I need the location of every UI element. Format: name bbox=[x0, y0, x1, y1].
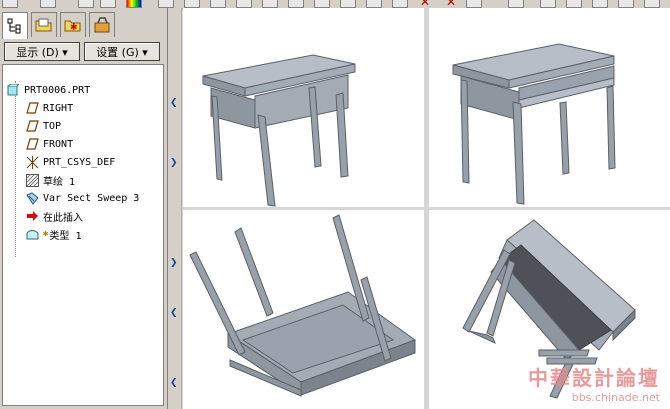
tab-tools[interactable] bbox=[89, 12, 115, 37]
collapse-chevron-icon[interactable]: ❮ bbox=[170, 378, 178, 388]
close-icon[interactable]: ✕ bbox=[420, 0, 430, 8]
toolbar-button[interactable] bbox=[566, 0, 582, 8]
tree-item-insert-here[interactable]: 在此插入 bbox=[25, 208, 83, 224]
datum-plane-icon bbox=[25, 101, 39, 115]
collapse-chevron-icon[interactable]: ❮ bbox=[170, 308, 178, 318]
tree-connector-line bbox=[15, 81, 16, 257]
toolbar-button[interactable] bbox=[78, 0, 94, 8]
toolbar-button[interactable] bbox=[314, 0, 330, 8]
table-model-front-view bbox=[202, 54, 356, 207]
sweep-icon bbox=[25, 191, 39, 205]
tree-item-label: RIGHT bbox=[43, 102, 74, 114]
tools-icon bbox=[94, 17, 110, 33]
toolbar-button[interactable] bbox=[466, 0, 482, 8]
part-icon bbox=[6, 83, 20, 97]
toolbar-button[interactable] bbox=[508, 0, 524, 8]
navigator-panel: ✱ 显示 (D) ▾ 设置 (G) ▾ PRT0006.PRT RIGHT TO… bbox=[0, 8, 168, 409]
sketch-icon bbox=[25, 173, 39, 187]
tree-root-node[interactable]: PRT0006.PRT bbox=[6, 82, 90, 98]
tab-model-tree[interactable] bbox=[2, 12, 28, 39]
tab-favorites[interactable]: ✱ bbox=[60, 12, 86, 37]
favorites-icon: ✱ bbox=[64, 20, 81, 33]
display-dropdown-button[interactable]: 显示 (D) ▾ bbox=[4, 42, 80, 61]
table-model-side-view bbox=[452, 43, 616, 205]
toolbar-button[interactable] bbox=[100, 0, 116, 8]
graphics-view-top-left[interactable] bbox=[183, 8, 424, 207]
model-tree-icon bbox=[7, 18, 21, 34]
tree-item-label: FRONT bbox=[43, 138, 74, 150]
close-icon[interactable]: ✕ bbox=[446, 0, 456, 8]
feature-type-icon bbox=[25, 227, 39, 241]
graphics-view-bottom-right[interactable]: 中華設計論壇 bbs.chinade.net bbox=[429, 210, 670, 409]
collapse-chevron-icon[interactable]: ❮ bbox=[170, 98, 178, 108]
graphics-view-top-right[interactable] bbox=[429, 8, 670, 207]
tree-item-sweep[interactable]: Var Sect Sweep 3 bbox=[25, 190, 139, 206]
toolbar-button[interactable] bbox=[540, 0, 556, 8]
insert-arrow-icon bbox=[25, 209, 39, 223]
feature-mark-icon: ✱ bbox=[43, 229, 49, 239]
tree-item-label: 在此插入 bbox=[43, 212, 83, 224]
toolbar-button[interactable] bbox=[184, 0, 200, 8]
toolbar-button[interactable] bbox=[2, 0, 18, 8]
toolbar-button[interactable] bbox=[262, 0, 278, 8]
toolbar-button[interactable] bbox=[592, 0, 608, 8]
toolbar-button[interactable] bbox=[158, 0, 174, 8]
tree-item-csys[interactable]: PRT_CSYS_DEF bbox=[25, 154, 115, 170]
toolbar-button[interactable] bbox=[618, 0, 634, 8]
collapse-chevron-icon[interactable]: ❯ bbox=[170, 158, 178, 168]
tab-folder-browser[interactable] bbox=[31, 12, 57, 37]
csys-icon bbox=[25, 155, 39, 169]
table-model-bottom-view bbox=[189, 214, 417, 397]
tree-item-label: PRT_CSYS_DEF bbox=[43, 156, 116, 168]
tree-item-label: 类型 1 bbox=[49, 230, 82, 242]
tree-root-label: PRT0006.PRT bbox=[24, 84, 91, 96]
toolbar-button[interactable] bbox=[288, 0, 304, 8]
watermark-url: bbs.chinade.net bbox=[571, 391, 660, 404]
tree-item-label: TOP bbox=[43, 120, 62, 132]
tree-item-label: Var Sect Sweep 3 bbox=[43, 192, 140, 204]
toolbar-button[interactable] bbox=[340, 0, 356, 8]
datum-plane-icon bbox=[25, 119, 39, 133]
watermark: 中華設計論壇 bbs.chinade.net bbox=[528, 362, 660, 404]
toolbar-button[interactable] bbox=[644, 0, 660, 8]
collapse-chevron-icon[interactable]: ❯ bbox=[170, 258, 178, 268]
toolbar-button[interactable] bbox=[236, 0, 252, 8]
watermark-title: 中華設計論壇 bbox=[528, 366, 660, 390]
toolbar-button[interactable] bbox=[40, 0, 56, 8]
datum-plane-icon bbox=[25, 137, 39, 151]
tree-item-front[interactable]: FRONT bbox=[25, 136, 73, 152]
toolbar-button[interactable] bbox=[392, 0, 408, 8]
color-palette-icon[interactable] bbox=[126, 0, 142, 8]
model-tree: PRT0006.PRT RIGHT TOP FRONT PRT_CSYS_DEF bbox=[2, 64, 164, 406]
settings-dropdown-button[interactable]: 设置 (G) ▾ bbox=[84, 42, 160, 61]
tree-item-sketch[interactable]: 草绘 1 bbox=[25, 172, 75, 188]
navigator-tabs: ✱ bbox=[2, 12, 162, 39]
toolbar-button[interactable] bbox=[210, 0, 226, 8]
graphics-view-bottom-left[interactable] bbox=[183, 210, 424, 409]
tree-item-label: 草绘 1 bbox=[43, 176, 76, 188]
tree-item-right[interactable]: RIGHT bbox=[25, 100, 73, 116]
toolbar-button[interactable] bbox=[366, 0, 382, 8]
tree-item-feature-type[interactable]: ✱ 类型 1 bbox=[25, 226, 81, 242]
tree-item-top[interactable]: TOP bbox=[25, 118, 61, 134]
svg-text:✱: ✱ bbox=[70, 23, 78, 33]
folder-icon bbox=[35, 18, 52, 32]
panel-splitter[interactable]: ❮ ❯ ❯ ❮ ❮ bbox=[168, 8, 182, 409]
